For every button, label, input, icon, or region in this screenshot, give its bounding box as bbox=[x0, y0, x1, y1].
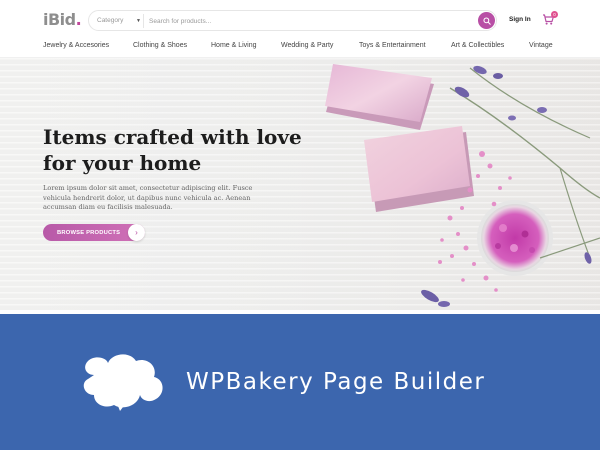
logo-dot: . bbox=[75, 10, 82, 29]
logo-text: iBid bbox=[43, 10, 76, 29]
site-header: iBid. Category ▼ Sign In 0 bbox=[0, 0, 600, 38]
search-divider bbox=[143, 14, 144, 28]
chevron-down-icon: ▼ bbox=[136, 18, 141, 24]
nav-item-wedding-party[interactable]: Wedding & Party bbox=[281, 42, 333, 49]
nav-item-home-living[interactable]: Home & Living bbox=[211, 42, 257, 49]
bath-salt-bowl bbox=[477, 200, 553, 276]
wpbakery-logo-icon bbox=[83, 354, 163, 411]
nav-item-art[interactable]: Art & Collectibles bbox=[451, 42, 504, 49]
category-select-label: Category bbox=[97, 17, 124, 24]
search-input[interactable] bbox=[149, 14, 449, 28]
site-logo[interactable]: iBid. bbox=[43, 10, 82, 29]
signin-link[interactable]: Sign In bbox=[509, 16, 531, 23]
search-bar: Category ▼ bbox=[88, 10, 497, 31]
search-icon bbox=[482, 16, 491, 25]
search-button[interactable] bbox=[478, 12, 495, 29]
nav-item-jewelry[interactable]: Jewelry & Accesories bbox=[43, 42, 109, 49]
cart-count-badge: 0 bbox=[551, 11, 558, 18]
category-select[interactable]: Category ▼ bbox=[97, 15, 141, 27]
category-nav: Jewelry & Accesories Clothing & Shoes Ho… bbox=[0, 38, 600, 58]
arrow-right-icon: › bbox=[128, 224, 145, 241]
nav-item-clothing[interactable]: Clothing & Shoes bbox=[133, 42, 187, 49]
hero-section: Items crafted with love for your home Lo… bbox=[0, 58, 600, 310]
hero-description: Lorem ipsum dolor sit amet, consectetur … bbox=[43, 184, 253, 211]
nav-item-toys[interactable]: Toys & Entertainment bbox=[359, 42, 426, 49]
browse-products-button[interactable]: BROWSE PRODUCTS › bbox=[43, 224, 145, 241]
nav-item-vintage[interactable]: Vintage bbox=[529, 42, 553, 49]
soap-bar-2 bbox=[364, 126, 474, 212]
browse-products-label: BROWSE PRODUCTS bbox=[57, 229, 121, 236]
soap-bar-1 bbox=[325, 64, 434, 130]
wpbakery-title: WPBakery Page Builder bbox=[186, 369, 486, 395]
hero-title: Items crafted with love for your home bbox=[43, 125, 302, 175]
